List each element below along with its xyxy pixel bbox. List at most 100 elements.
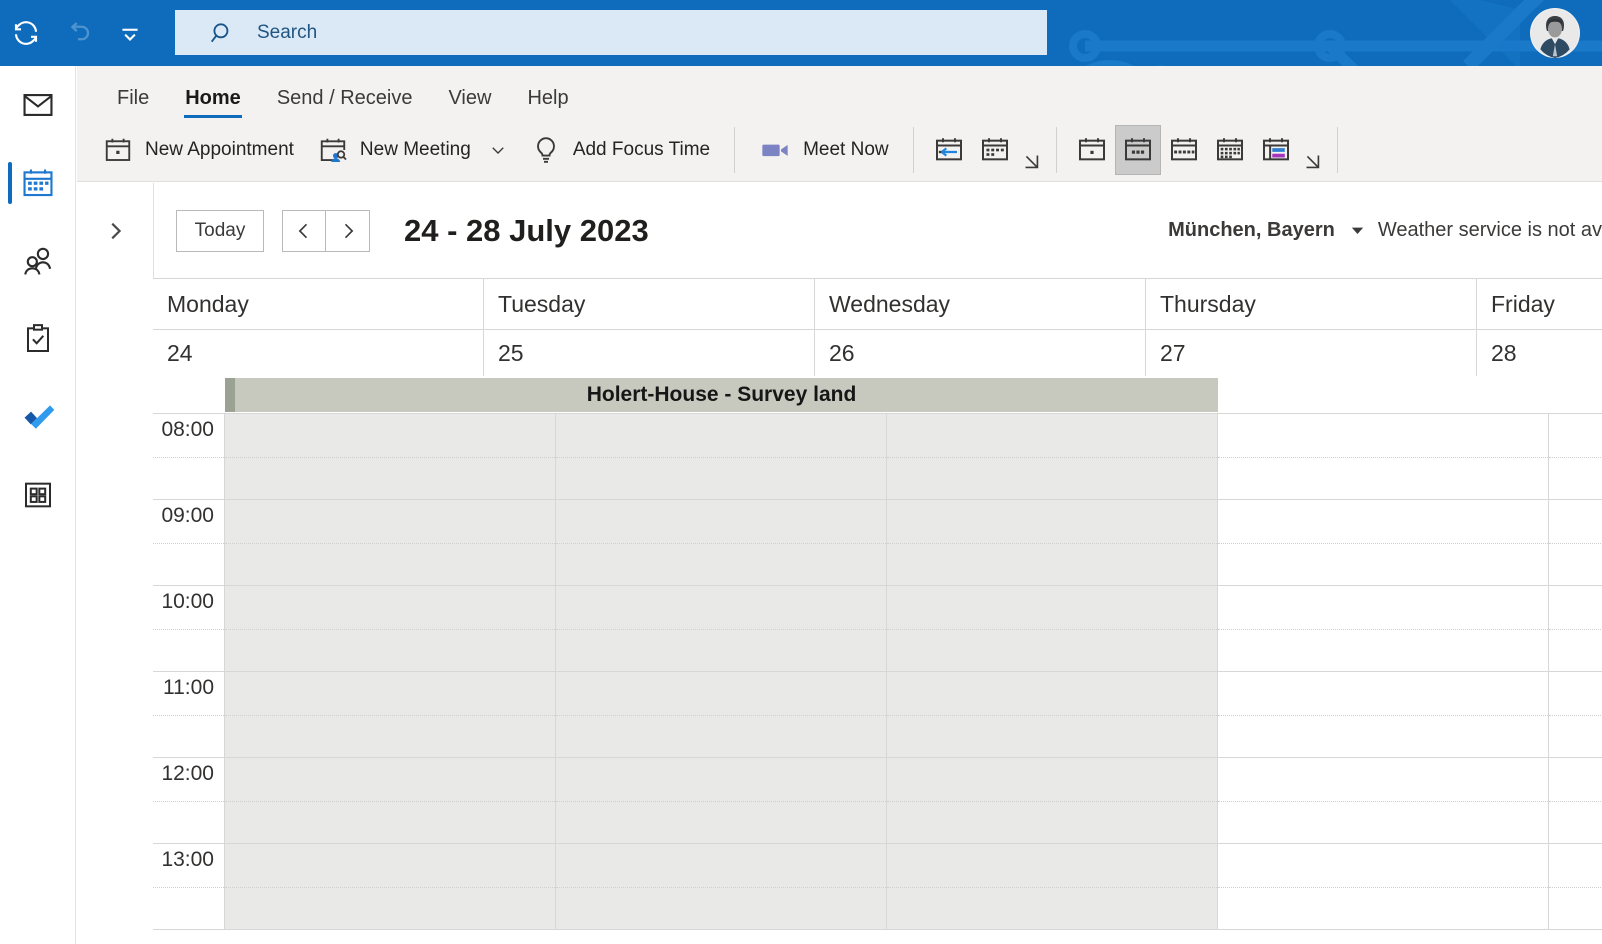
video-camera-icon (759, 134, 791, 166)
time-slot[interactable] (1549, 844, 1602, 930)
apps-grid-icon (22, 479, 54, 511)
day-header: Friday (1477, 279, 1602, 330)
chevron-right-icon (338, 221, 358, 241)
time-slot[interactable] (225, 844, 555, 930)
time-slot[interactable] (1218, 414, 1548, 500)
date-number[interactable]: 27 (1146, 330, 1477, 376)
all-day-event[interactable]: Holert-House - Survey land (225, 378, 1218, 412)
week-view-button[interactable] (1161, 125, 1207, 175)
arrange-dialog-launcher[interactable] (1299, 124, 1325, 176)
tab-help[interactable]: Help (509, 88, 586, 118)
chevron-down-icon[interactable] (1349, 222, 1366, 239)
weather-status-message: Weather service is not av (1378, 219, 1602, 242)
time-slot[interactable] (225, 414, 555, 500)
search-box[interactable] (175, 10, 1047, 55)
new-appointment-icon (103, 135, 133, 165)
sync-icon[interactable] (0, 7, 52, 59)
time-slot[interactable] (1218, 758, 1548, 844)
sidebar-item-calendar[interactable] (0, 144, 76, 222)
time-slot[interactable] (556, 586, 886, 672)
date-number[interactable]: 25 (484, 330, 815, 376)
new-meeting-button[interactable]: New Meeting (306, 124, 519, 176)
time-slot[interactable] (1549, 586, 1602, 672)
all-day-event-title: Holert-House - Survey land (587, 383, 857, 407)
previous-period-button[interactable] (282, 210, 326, 252)
sidebar-item-more-apps[interactable] (0, 456, 76, 534)
sidebar-item-todo[interactable] (0, 378, 76, 456)
go-to-today-button[interactable] (926, 125, 972, 175)
today-button[interactable]: Today (176, 210, 264, 252)
new-meeting-label: New Meeting (360, 139, 471, 161)
customize-quick-access-icon[interactable] (104, 7, 156, 59)
date-number[interactable]: 28 (1477, 330, 1602, 376)
go-to-date-button[interactable] (972, 125, 1018, 175)
time-slot[interactable] (1218, 672, 1548, 758)
undo-icon[interactable] (52, 7, 104, 59)
expand-folder-pane-button[interactable] (77, 183, 153, 278)
tab-file[interactable]: File (99, 88, 167, 118)
quick-access-toolbar (0, 0, 156, 66)
new-appointment-button[interactable]: New Appointment (91, 124, 306, 176)
day-column-monday (225, 414, 556, 930)
next-period-button[interactable] (326, 210, 370, 252)
time-slot[interactable] (887, 758, 1217, 844)
time-slot[interactable] (1549, 672, 1602, 758)
sidebar-item-mail[interactable] (0, 66, 76, 144)
weather-location[interactable]: München, Bayern (1168, 219, 1335, 242)
tab-home[interactable]: Home (167, 88, 259, 118)
ribbon-commands: New Appointment New Meeting Add Focus Ti… (77, 118, 1602, 181)
time-slot[interactable] (1549, 500, 1602, 586)
time-slot[interactable] (556, 672, 886, 758)
go-to-dialog-launcher[interactable] (1018, 124, 1044, 176)
sidebar-item-people[interactable] (0, 222, 76, 300)
time-slot[interactable] (887, 844, 1217, 930)
ribbon-separator (1337, 127, 1338, 173)
time-slot[interactable] (225, 586, 555, 672)
time-slot[interactable] (556, 414, 886, 500)
schedule-view-button[interactable] (1253, 125, 1299, 175)
day-column-thursday (1218, 414, 1549, 930)
date-number[interactable]: 24 (153, 330, 484, 376)
tab-view[interactable]: View (430, 88, 509, 118)
time-slot[interactable] (556, 500, 886, 586)
chevron-down-icon[interactable] (489, 141, 507, 159)
time-slot[interactable] (1549, 758, 1602, 844)
meet-now-button[interactable]: Meet Now (747, 124, 901, 176)
lightbulb-icon (531, 135, 561, 165)
chevron-left-icon (294, 221, 314, 241)
hour-label-text: 13:00 (161, 848, 214, 872)
avatar[interactable] (1530, 8, 1580, 58)
time-slot[interactable] (1549, 414, 1602, 500)
month-view-button[interactable] (1207, 125, 1253, 175)
time-slot[interactable] (556, 844, 886, 930)
time-slot[interactable] (1218, 844, 1548, 930)
day-view-button[interactable] (1069, 125, 1115, 175)
add-focus-time-button[interactable]: Add Focus Time (519, 124, 722, 176)
title-bar (0, 0, 1602, 66)
time-slot[interactable] (225, 758, 555, 844)
hour-label: 09:00 (153, 500, 224, 586)
calendar-view: Monday Tuesday Wednesday Thursday Friday… (153, 278, 1602, 944)
time-slot[interactable] (1218, 500, 1548, 586)
time-slot[interactable] (887, 414, 1217, 500)
day-header: Monday (153, 279, 484, 330)
day-column-wednesday (887, 414, 1218, 930)
date-number[interactable]: 26 (815, 330, 1146, 376)
ribbon-separator (734, 127, 735, 173)
day-header-row: Monday Tuesday Wednesday Thursday Friday (153, 278, 1602, 330)
tab-send-receive[interactable]: Send / Receive (259, 88, 431, 118)
chevron-right-icon (104, 220, 126, 242)
time-slot[interactable] (887, 586, 1217, 672)
sidebar-item-tasks[interactable] (0, 300, 76, 378)
search-input[interactable] (257, 22, 957, 44)
date-range-title: 24 - 28 July 2023 (404, 213, 649, 249)
time-slot[interactable] (556, 758, 886, 844)
time-slot[interactable] (887, 672, 1217, 758)
time-slot[interactable] (1218, 586, 1548, 672)
date-number-row: 24 25 26 27 28 (153, 330, 1602, 376)
time-slot[interactable] (225, 672, 555, 758)
time-slot[interactable] (225, 500, 555, 586)
ribbon-separator (1056, 127, 1057, 173)
time-slot[interactable] (887, 500, 1217, 586)
work-week-view-button[interactable] (1115, 125, 1161, 175)
